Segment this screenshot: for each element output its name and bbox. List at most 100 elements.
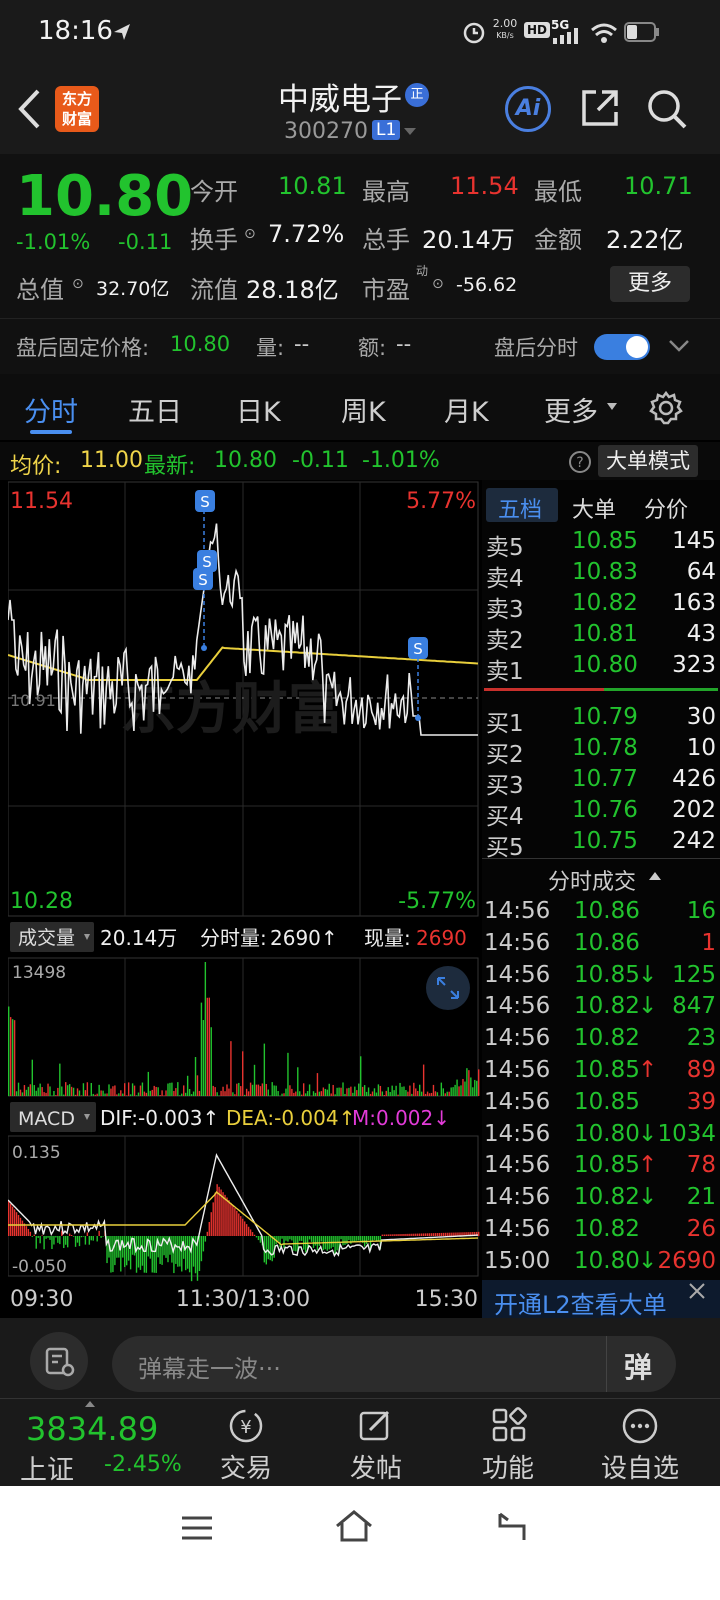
chevron-down-icon[interactable] [402,126,418,138]
quote-panel: 10.80 -1.01% -0.11 今开 10.81 最高 11.54 最低 … [0,154,720,374]
help-icon[interactable]: ? [568,450,592,474]
info-icon[interactable]: ⊙ [244,226,256,242]
after-hours-label: 盘后固定价格: [16,336,150,360]
open-label: 今开 [190,178,238,206]
tab-price-distribution[interactable]: 分价 [644,492,688,524]
l2-banner-text[interactable]: 开通L2查看大单 [494,1285,667,1320]
macd-indicator-label: MACD [18,1108,75,1130]
ask-level-1[interactable]: 卖5 10.85 145 [482,528,720,561]
bid-level-4[interactable]: 买4 10.76 202 [482,797,720,830]
low-label: 最低 [534,178,582,206]
grid-icon [492,1407,527,1442]
amount-value: 2.22亿 [606,226,684,254]
ask-level-2[interactable]: 卖4 10.83 64 [482,559,720,592]
stock-code: 300270 [284,119,368,144]
avg-label: 均价: [10,454,62,479]
tab-five-level[interactable]: 五档 [498,492,542,524]
share-icon[interactable] [580,88,620,128]
search-icon[interactable] [646,88,688,130]
more-button[interactable]: 更多 [610,266,690,302]
bid-level-3[interactable]: 买3 10.77 426 [482,766,720,799]
bid-level-1[interactable]: 买1 10.79 30 [482,704,720,737]
menu-icon[interactable] [180,1514,214,1542]
trade-row: 14:56 10.85 39 [484,1088,716,1115]
ask-level-4[interactable]: 卖2 10.81 43 [482,621,720,654]
after-hours-vol-label: 量: [256,336,285,360]
mktcap-value: 32.70亿 [96,278,170,300]
big-order-mode-button[interactable]: 大单模式 [598,445,698,477]
trade-row: 15:00 10.80 ↓ 2690 [484,1247,716,1274]
high-value: 11.54 [450,172,519,200]
caret-up-icon[interactable] [648,870,662,882]
volume-now-label: 现量: [364,926,411,950]
danmu-input[interactable]: 弹幕走一波··· 弹 [112,1336,676,1392]
volume-total: 20.14万 [100,926,177,950]
trade-row: 14:56 10.85 ↑ 78 [484,1152,716,1179]
time-end: 15:30 [415,1287,478,1312]
settings-gear-icon[interactable] [648,390,684,426]
sell-marker[interactable]: S [193,568,213,590]
eastmoney-logo[interactable]: 东方 财富 [55,86,99,132]
info-icon[interactable]: ⊙ [72,276,84,292]
tab-monthly-k[interactable]: 月K [444,390,489,429]
caret-down-icon[interactable] [606,402,618,412]
index-value[interactable]: 3834.89 [26,1410,158,1448]
turnover-value: 7.72% [268,220,345,248]
network-speed: 2.00 KB/s [492,17,518,41]
trade-row: 14:56 10.85 ↑ 89 [484,1057,716,1083]
caret-up-icon[interactable] [84,1400,96,1408]
location-icon [114,24,130,40]
latest-value: 10.80 [214,448,277,473]
info-icon[interactable]: ⊙ [432,276,444,292]
danmu-toggle-icon[interactable]: 弹 [624,1346,652,1386]
svg-text:S: S [413,640,423,658]
volume-label: 总手 [362,226,410,254]
tab-five-day[interactable]: 五日 [128,390,182,429]
latest-change: -0.11 [292,448,349,473]
macd-m: M:0.002↓ [352,1106,450,1130]
level-badge[interactable]: L1 [372,120,401,140]
tab-timeshare[interactable]: 分时 [24,390,78,429]
sell-marker[interactable]: S [408,637,428,659]
index-name[interactable]: 上证 [20,1448,74,1487]
bottom-navigation: 3834.89 上证 -2.45% ¥ 交易 发帖 功能 设自选 [0,1398,720,1486]
chevron-down-icon[interactable] [668,338,690,354]
ask-level-3[interactable]: 卖3 10.82 163 [482,590,720,623]
edit-icon [359,1410,390,1441]
change-value: -0.11 [118,230,173,254]
stock-name: 中威电子 [278,82,402,118]
time-mid: 11:30/13:00 [176,1287,310,1312]
back-nav-icon[interactable] [494,1510,530,1542]
high-label: 最高 [362,178,410,206]
l2-banner[interactable]: 开通L2查看大单 [482,1280,720,1320]
after-hours-toggle[interactable] [594,334,650,360]
home-icon[interactable] [334,1508,374,1544]
bid-level-5[interactable]: 买5 10.75 242 [482,828,720,861]
trade-row: 14:56 10.82 23 [484,1025,716,1052]
tab-daily-k[interactable]: 日K [236,390,281,429]
trade-row: 14:56 10.86 1 [484,929,716,956]
sell-marker[interactable]: S [195,490,215,512]
system-navigation-bar [0,1486,720,1600]
volume-value: 20.14万 [422,226,515,254]
float-value: 28.18亿 [246,276,339,304]
intraday-chart[interactable]: 东方财富 S S S S 11.54 5.77% 10.91 10.28 -5.… [7,480,482,1320]
pe-superscript: 动 [416,264,429,278]
ai-button[interactable]: Ai [505,86,551,132]
ask-level-5[interactable]: 卖1 10.80 323 [482,652,720,685]
tab-more[interactable]: 更多 [544,390,598,429]
price-info-line: 均价: 11.00 最新: 10.80 -0.11 -1.01% ? 大单模式 [0,442,720,480]
tab-big-order[interactable]: 大单 [572,492,616,524]
back-icon[interactable] [16,88,42,130]
bid-level-2[interactable]: 买2 10.78 10 [482,735,720,768]
turnover-label: 换手 [190,226,238,254]
latest-label: 最新: [144,454,196,479]
low-value: 10.71 [624,172,693,200]
close-icon[interactable] [686,1280,708,1302]
comment-settings-button[interactable] [30,1332,88,1390]
expand-chart-button[interactable] [426,966,470,1010]
trades-title[interactable]: 分时成交 [548,864,636,896]
trade-row: 14:56 10.82 26 [484,1216,716,1242]
axis-top-price: 11.54 [10,489,73,514]
tab-weekly-k[interactable]: 周K [341,390,386,429]
